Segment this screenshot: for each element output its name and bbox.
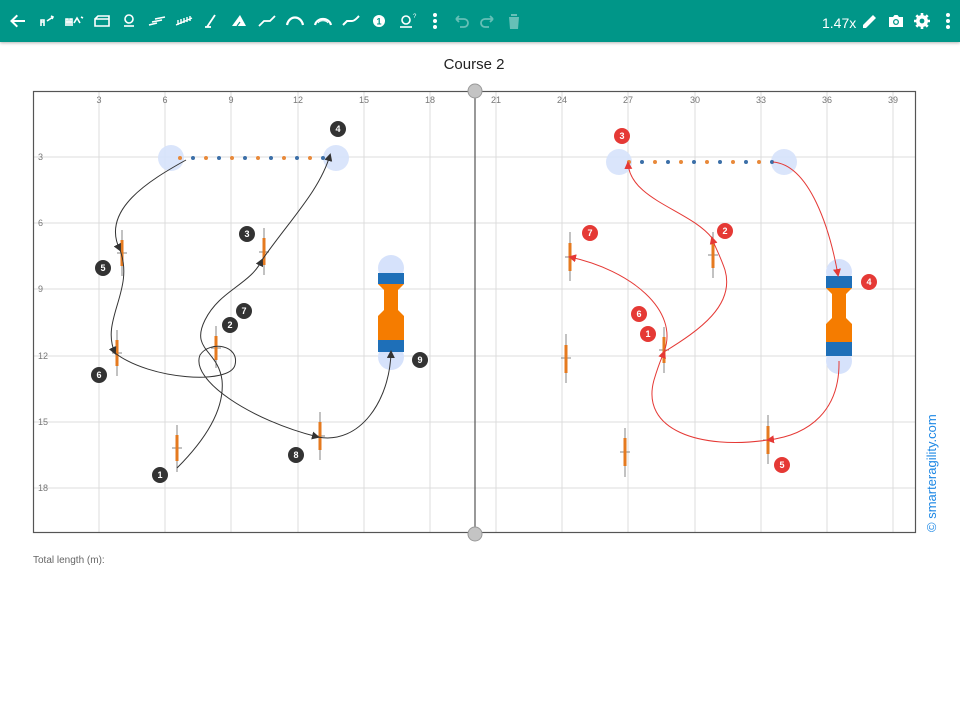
axis-label-side: 15 xyxy=(38,417,48,427)
number-badge-left-5[interactable]: 5 xyxy=(95,260,111,276)
axis-label-side: 12 xyxy=(38,351,48,361)
number-text: 3 xyxy=(619,131,624,141)
axis-label-top: 15 xyxy=(359,95,369,105)
axis-label-top: 24 xyxy=(557,95,567,105)
course-path-left xyxy=(176,258,264,469)
number-badge-right-6[interactable]: 6 xyxy=(631,306,647,322)
jump-left-8[interactable] xyxy=(315,412,325,460)
course-path-left-3 xyxy=(113,159,187,252)
number-text: 4 xyxy=(335,124,340,134)
number-badge-right-5[interactable]: 5 xyxy=(774,457,790,473)
number-badge-left-7[interactable]: 7 xyxy=(236,303,252,319)
number-badge-right-2[interactable]: 2 xyxy=(717,223,733,239)
number-text: 7 xyxy=(241,306,246,316)
tunnel-right[interactable] xyxy=(826,259,852,374)
course-canvas[interactable]: 3 6 9 12 15 18 21 24 27 30 33 36 39 3 6 … xyxy=(0,0,960,720)
axis-label-top: 39 xyxy=(888,95,898,105)
number-text: 6 xyxy=(96,370,101,380)
number-badge-left-9[interactable]: 9 xyxy=(412,352,428,368)
axis-label-side: 18 xyxy=(38,483,48,493)
credit-text: © smarteragility.com xyxy=(924,414,939,532)
course-path-left-6 xyxy=(317,350,395,439)
course-path-right-2 xyxy=(624,161,713,239)
divider-handle-top[interactable] xyxy=(467,83,483,99)
axis-label-top: 30 xyxy=(690,95,700,105)
axis-label-top: 9 xyxy=(228,95,233,105)
course-path-right-5 xyxy=(651,350,769,443)
jump-left-6[interactable] xyxy=(112,330,122,376)
number-badge-left-3[interactable]: 3 xyxy=(239,226,255,242)
number-text: 3 xyxy=(244,229,249,239)
axis-label-side: 6 xyxy=(38,218,43,228)
number-badge-left-2[interactable]: 2 xyxy=(222,317,238,333)
number-text: 5 xyxy=(779,460,784,470)
long-jump-right[interactable] xyxy=(606,149,797,175)
number-badge-left-6[interactable]: 6 xyxy=(91,367,107,383)
axis-label-top: 36 xyxy=(822,95,832,105)
number-text: 2 xyxy=(722,226,727,236)
number-text: 5 xyxy=(100,263,105,273)
number-text: 2 xyxy=(227,320,232,330)
axis-label-top: 12 xyxy=(293,95,303,105)
axis-label-top: 33 xyxy=(756,95,766,105)
jump-right-b[interactable] xyxy=(708,232,718,278)
number-badge-right-1[interactable]: 1 xyxy=(640,326,656,342)
number-badge-left-8[interactable]: 8 xyxy=(288,447,304,463)
number-badge-right-7[interactable]: 7 xyxy=(582,225,598,241)
number-text: 4 xyxy=(866,277,871,287)
number-text: 8 xyxy=(293,450,298,460)
number-text: 1 xyxy=(645,329,650,339)
axis-label-top: 3 xyxy=(96,95,101,105)
number-text: 1 xyxy=(157,470,162,480)
course-path-right-4 xyxy=(766,360,840,444)
axis-label-top: 27 xyxy=(623,95,633,105)
axis-label-side: 9 xyxy=(38,284,43,294)
number-badge-right-3[interactable]: 3 xyxy=(614,128,630,144)
jump-right-a[interactable] xyxy=(565,232,575,281)
axis-label-top: 6 xyxy=(162,95,167,105)
number-text: 7 xyxy=(587,228,592,238)
number-badge-right-4[interactable]: 4 xyxy=(861,274,877,290)
number-badge-left-1[interactable]: 1 xyxy=(152,467,168,483)
number-text: 9 xyxy=(417,355,422,365)
jump-left-5[interactable] xyxy=(117,230,127,276)
divider-handle-bottom[interactable] xyxy=(467,526,483,542)
number-badge-left-4[interactable]: 4 xyxy=(330,121,346,137)
course-path-right-3 xyxy=(772,161,841,277)
axis-label-top: 21 xyxy=(491,95,501,105)
long-jump-left[interactable] xyxy=(158,145,349,171)
course-path-left-2 xyxy=(261,153,333,261)
total-length-label: Total length (m): xyxy=(33,555,105,566)
number-text: 6 xyxy=(636,309,641,319)
axis-label-side: 3 xyxy=(38,152,43,162)
axis-label-top: 18 xyxy=(425,95,435,105)
